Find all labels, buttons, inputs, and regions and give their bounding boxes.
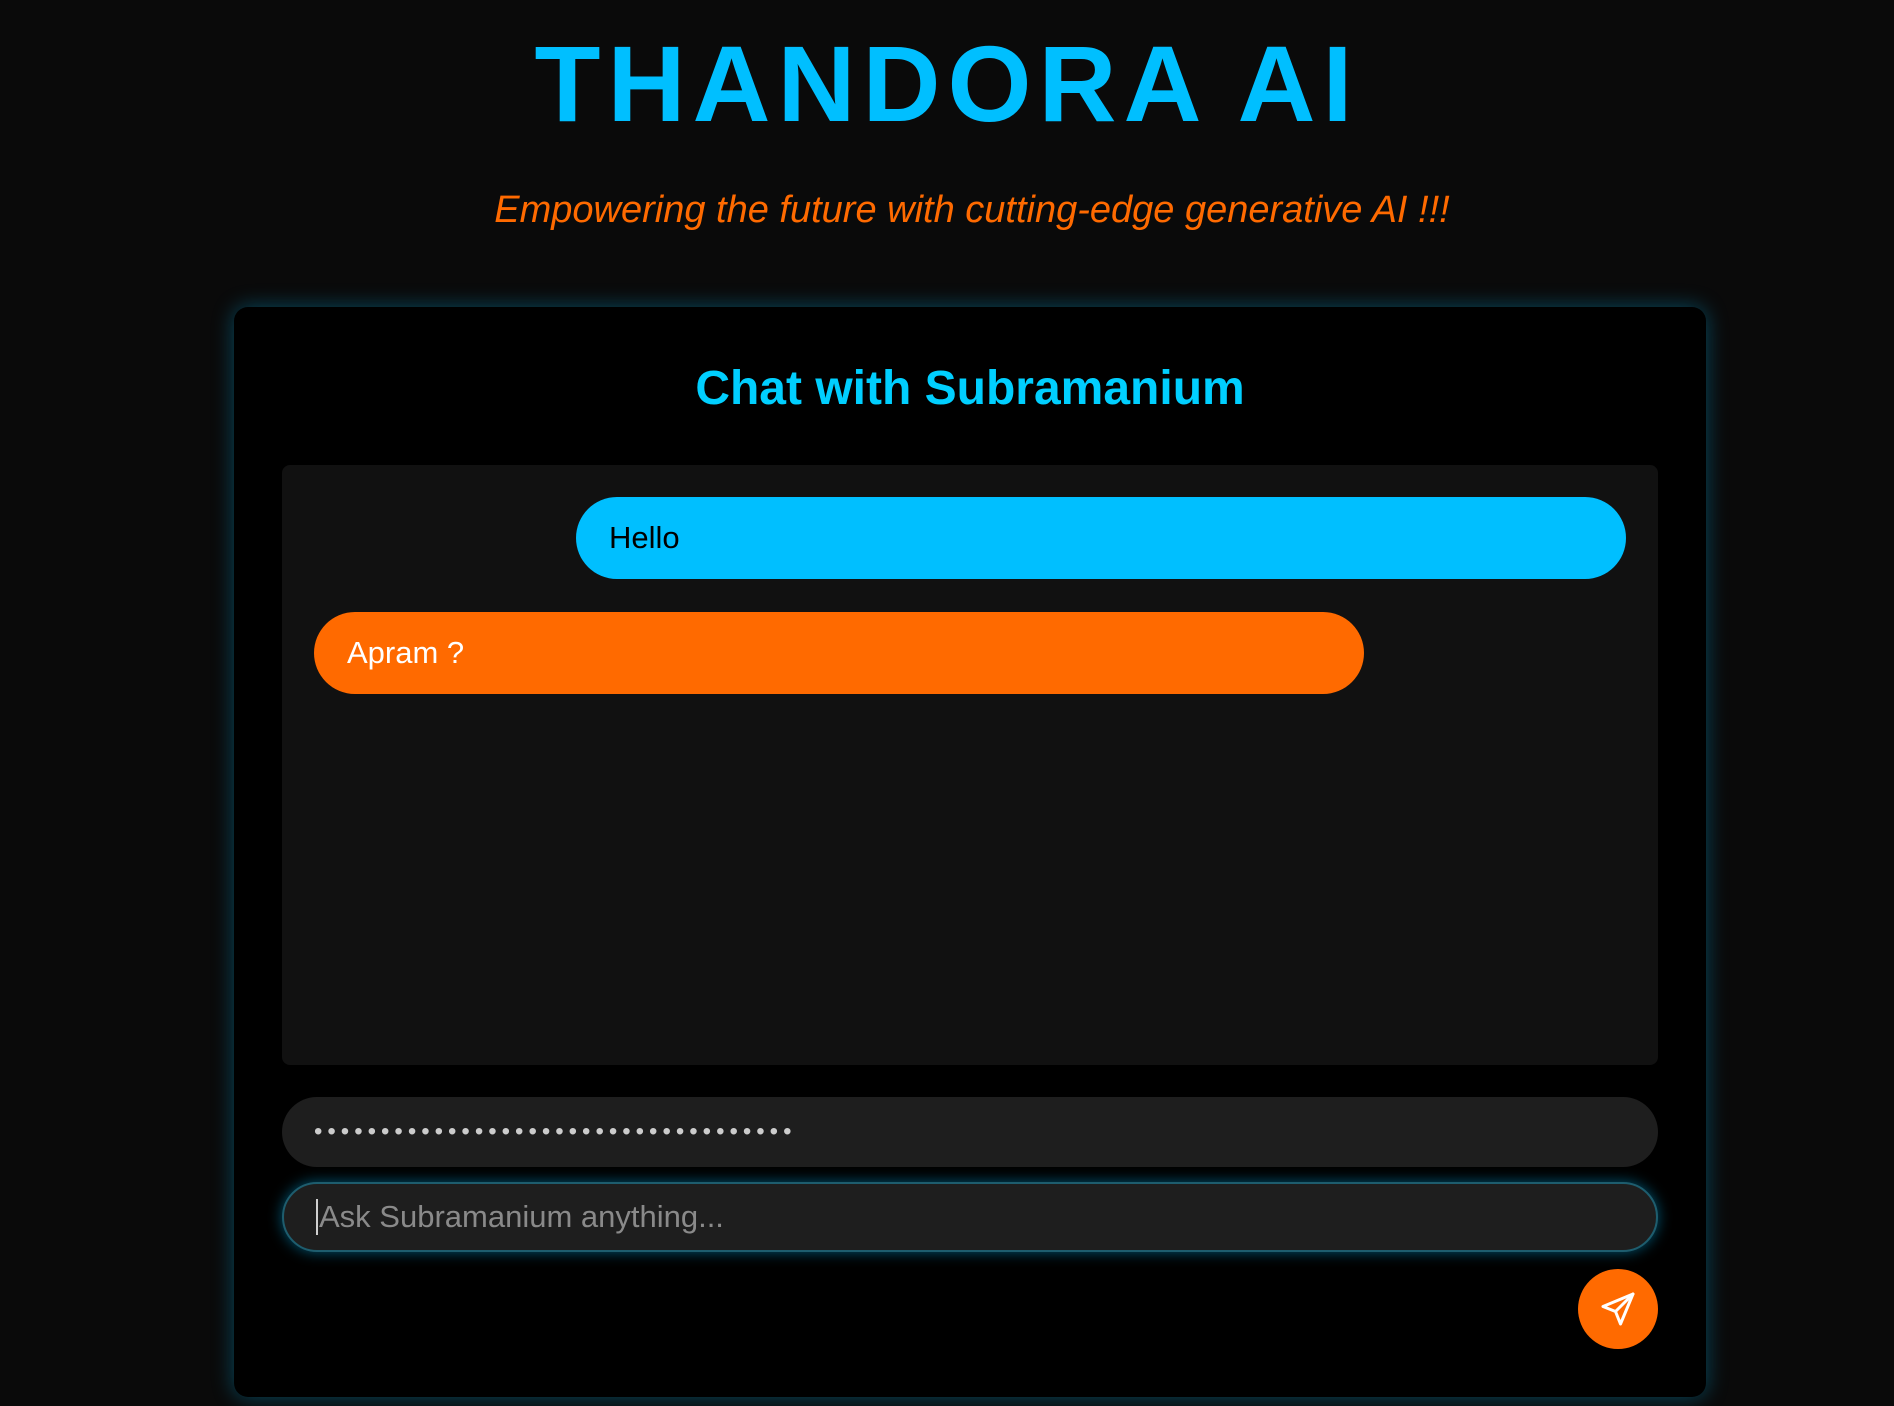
assistant-message-bubble: Apram ? (314, 612, 1364, 694)
send-button[interactable] (1578, 1269, 1658, 1349)
tagline: Empowering the future with cutting-edge … (494, 189, 1450, 231)
chat-heading: Chat with Subramanium (695, 362, 1245, 415)
page-title: THANDORA AI (534, 23, 1360, 144)
chat-card: Chat with Subramanium Hello Apram ? ••••… (234, 307, 1706, 1397)
send-icon (1598, 1289, 1638, 1329)
message-input[interactable]: Ask Subramanium anything... (282, 1182, 1658, 1252)
user-message-bubble: Hello (576, 497, 1626, 579)
api-key-field[interactable]: •••••••••••••••••••••••••••••••••••• (282, 1097, 1658, 1167)
message-list[interactable]: Hello Apram ? (282, 465, 1658, 1065)
message-input-placeholder: Ask Subramanium anything... (319, 1199, 724, 1234)
text-caret (316, 1198, 318, 1235)
